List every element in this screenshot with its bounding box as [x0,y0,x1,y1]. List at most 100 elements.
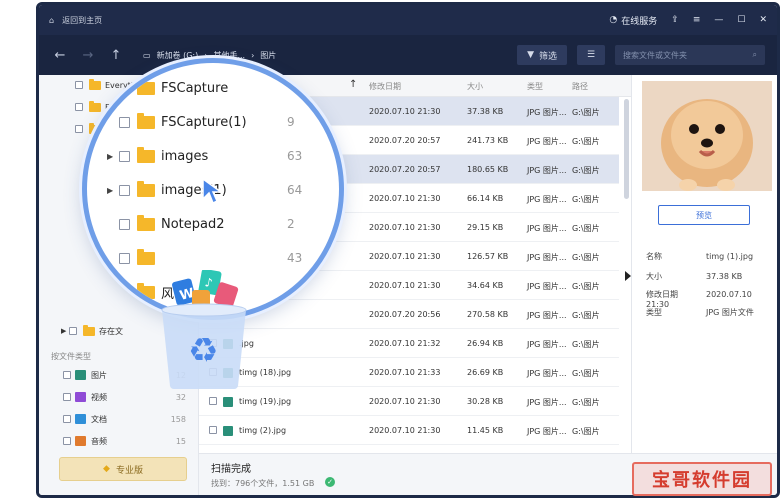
file-type: JPG 图片... [527,108,567,117]
file-date: 2020.07.10 21:33 [369,368,441,377]
field-key: 修改日期 [646,290,678,299]
preview-field-type: 类型 JPG 图片文件 [646,307,754,318]
dog-photo [642,81,772,191]
magnified-folder-item[interactable]: Notepad2 2 [87,207,339,241]
file-type: JPG 图片... [527,253,567,262]
column-size[interactable]: 大小 [467,81,483,92]
file-type-count: 15 [175,436,186,446]
checkbox[interactable] [75,125,83,133]
file-type-label: 图片 [91,370,107,380]
checkbox[interactable] [119,150,130,162]
magnified-folder-item[interactable]: FSCapture [87,71,339,105]
magnified-folder-item[interactable]: FSCapture(1) 9 [87,105,339,139]
folder-label: FSCapture [161,80,229,96]
table-row[interactable]: timg (2).jpg 2020.07.10 21:30 11.45 KB JPG … [199,416,619,445]
filter-button[interactable]: ▼ 筛选 [517,45,567,65]
file-size: 26.69 KB [467,368,504,377]
field-key: 类型 [646,308,662,317]
file-type-item-audio[interactable]: 音频 15 [39,431,198,451]
file-type: JPG 图片... [527,398,567,407]
file-size: 29.15 KB [467,223,504,232]
checkbox[interactable] [63,437,71,445]
breadcrumb-current[interactable]: 图片 [260,50,276,61]
file-date: 2020.07.10 21:30 [369,252,441,261]
title-bar: ⌂ 返回到主页 ◔ 在线服务 ⇪ ≡ — ☐ ✕ [39,5,777,35]
checkbox[interactable] [119,184,130,196]
file-path: G:\图片 [572,253,600,262]
image-file-icon [223,397,233,407]
drive-icon: ▭ [143,50,151,60]
checkbox[interactable] [119,116,130,128]
expand-arrow-icon[interactable]: ▶ [107,152,113,161]
row-checkbox[interactable] [209,426,217,434]
back-to-home-link[interactable]: ⌂ 返回到主页 [49,15,102,26]
scan-complete-title: 扫描完成 [211,464,251,475]
column-type[interactable]: 类型 [527,81,543,92]
file-name: timg (19).jpg [239,397,292,406]
file-type: JPG 图片... [527,340,567,349]
preview-panel: 预览 名称 timg (1).jpg 大小 37.38 KB 修改日期 2020.07… [631,75,777,453]
folder-count: 63 [287,149,303,163]
close-icon[interactable]: ✕ [759,15,767,25]
sort-arrow-icon[interactable]: ↑ [349,79,357,90]
table-row[interactable]: timg (19).jpg 2020.07.10 21:30 30.28 KB JPG… [199,387,619,416]
up-arrow-icon[interactable]: ↑ [107,48,125,63]
checkbox[interactable] [119,218,130,230]
checkbox[interactable] [63,393,71,401]
file-path: G:\图片 [572,398,600,407]
file-date: 2020.07.10 21:30 [369,107,441,116]
expand-arrow-icon[interactable]: ▶ [107,186,113,195]
minimize-icon[interactable]: — [714,15,723,25]
folder-label: images [161,148,209,164]
file-path: G:\图片 [572,195,600,204]
search-placeholder: 搜索文件或文件夹 [623,50,687,60]
file-path: G:\图片 [572,282,600,291]
preview-field-name: 名称 timg (1).jpg [646,251,753,262]
expand-arrow-icon[interactable]: ▶ [61,327,66,335]
menu-icon[interactable]: ≡ [693,15,701,25]
file-date: 2020.07.20 20:57 [369,136,441,145]
checkbox[interactable] [75,81,83,89]
magnified-folder-item[interactable]: ▶ images 63 [87,139,339,173]
scrollbar[interactable] [624,99,629,199]
row-checkbox[interactable] [209,397,217,405]
column-path[interactable]: 路径 [572,81,588,92]
checkbox[interactable] [69,327,77,335]
preview-field-size: 大小 37.38 KB [646,271,742,282]
online-service-button[interactable]: ◔ 在线服务 [609,14,657,27]
list-view-icon: ☰ [586,50,596,60]
column-date[interactable]: 修改日期 [369,81,401,92]
checkbox[interactable] [119,286,130,298]
checkbox[interactable] [63,415,71,423]
forward-arrow-icon[interactable]: → [79,48,97,63]
table-row[interactable]: timg (18).jpg 2020.07.10 21:33 26.69 KB JPG… [199,358,619,387]
file-type-item-document[interactable]: 文档 158 [39,409,198,429]
preview-button[interactable]: 预览 [658,205,750,225]
panel-collapse-icon[interactable] [625,271,631,281]
table-row[interactable]: .jpg 2020.07.10 21:32 26.94 KB JPG 图片... G:\… [199,329,619,358]
cursor-icon [202,177,223,205]
file-date: 2020.07.10 21:32 [369,339,441,348]
view-toggle-button[interactable]: ☰ [577,45,605,65]
svg-text:♻: ♻ [188,331,218,371]
file-name: timg (2).jpg [239,426,287,435]
checkbox[interactable] [119,82,130,94]
folder-label: FSCapture(1) [161,114,247,130]
pro-version-button[interactable]: ◆ 专业版 [59,457,187,481]
file-size: 34.64 KB [467,281,504,290]
maximize-icon[interactable]: ☐ [737,15,745,25]
file-date: 2020.07.10 21:30 [369,223,441,232]
search-input[interactable]: 搜索文件或文件夹 ⌕ [615,45,765,65]
file-size: 37.38 KB [467,107,504,116]
file-path: G:\图片 [572,340,600,349]
file-path: G:\图片 [572,369,600,378]
folder-icon [137,112,155,129]
checkbox[interactable] [75,103,83,111]
image-icon [75,370,86,380]
checkbox[interactable] [119,252,130,264]
file-type: JPG 图片... [527,137,567,146]
share-icon[interactable]: ⇪ [671,15,679,25]
checkbox[interactable] [63,371,71,379]
file-size: 241.73 KB [467,136,509,145]
back-arrow-icon[interactable]: ← [51,48,69,63]
